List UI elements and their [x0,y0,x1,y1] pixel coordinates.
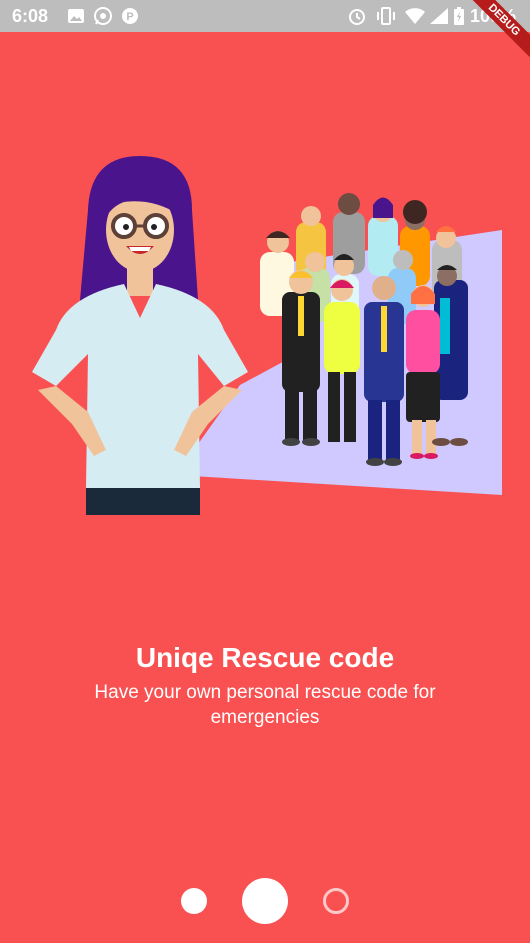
signal-icon [428,5,450,27]
page-indicator-dot-2-active[interactable] [242,878,288,924]
p-app-icon: P [120,5,140,27]
page-indicator-dot-3[interactable] [323,888,349,914]
onboarding-subtitle: Have your own personal rescue code for e… [94,682,436,728]
battery-icon [452,5,466,27]
wifi-icon [404,5,426,27]
status-time: 6:08 [12,6,49,26]
vibrate-icon [374,5,398,27]
alarm-icon [346,5,368,27]
page-indicator-dot-1[interactable] [181,888,207,914]
whatsapp-icon [92,5,114,27]
onboarding-illustration [32,156,502,515]
status-bar: 6:08 P 100% [0,0,530,32]
image-icon [66,5,86,27]
svg-text:P: P [126,11,133,23]
onboarding-title: Uniqe Rescue code [135,642,395,673]
